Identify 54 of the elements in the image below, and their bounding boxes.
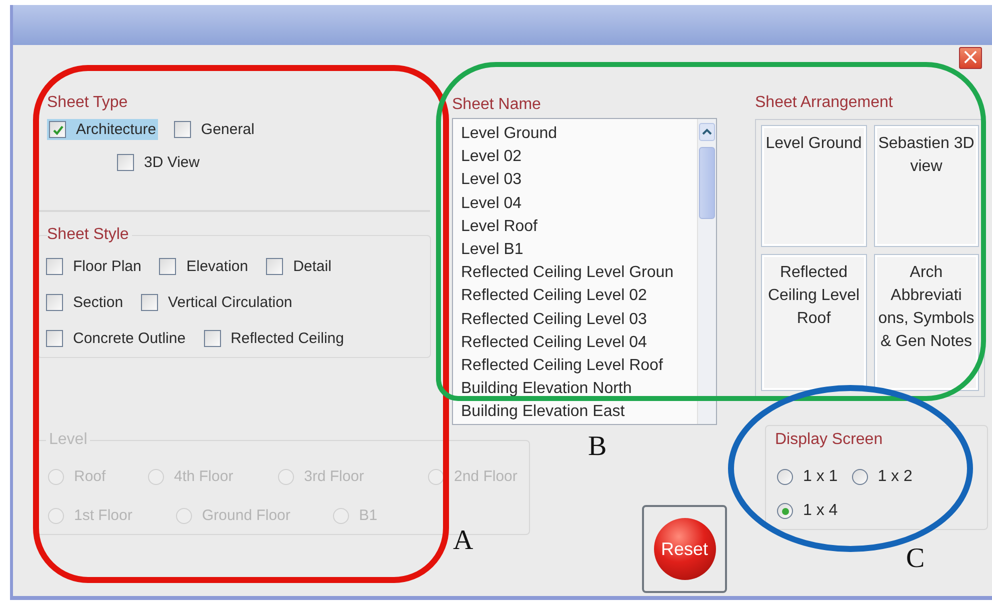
checkbox-label: Reflected Ceiling <box>230 330 344 347</box>
list-item[interactable]: Level 03 <box>461 168 697 192</box>
checkbox[interactable] <box>266 258 284 275</box>
checkbox[interactable] <box>117 154 134 171</box>
arrangement-cell[interactable]: Level Ground <box>761 125 866 247</box>
checkbox-label: Concrete Outline <box>73 330 186 347</box>
radio-button[interactable] <box>852 469 868 485</box>
checkbox[interactable] <box>46 294 63 311</box>
checkbox[interactable] <box>159 258 176 275</box>
radio-label: 1 x 4 <box>803 502 838 520</box>
annotation-label: C <box>906 545 925 573</box>
list-item[interactable]: Level Ground <box>461 122 697 146</box>
scrollbar[interactable] <box>697 119 716 424</box>
arrangement-cell[interactable]: Sebastien 3D view <box>874 125 979 247</box>
list-item[interactable]: Level B1 <box>461 238 697 262</box>
list-item[interactable]: Building Elevation North <box>461 377 697 400</box>
annotation-label: A <box>453 527 474 555</box>
group-title: Sheet Name <box>452 95 542 115</box>
list-item[interactable]: Reflected Ceiling Level Groun <box>461 261 697 284</box>
arrangement-cell[interactable]: Reflected Ceiling Level Roof <box>761 254 866 391</box>
checkbox[interactable] <box>204 330 221 347</box>
checkbox[interactable] <box>174 121 192 138</box>
checkbox[interactable] <box>141 294 158 311</box>
arrangement-cell[interactable]: Arch Abbreviati ons, Symbols & Gen Notes <box>874 254 979 391</box>
list-item[interactable]: Reflected Ceiling Level Roof <box>461 354 697 378</box>
annotation-label: B <box>588 433 607 461</box>
list-item[interactable]: Level 04 <box>461 192 697 215</box>
group-title: Sheet Style <box>47 226 132 243</box>
list-item[interactable]: Reflected Ceiling Level 02 <box>461 284 697 308</box>
checkbox[interactable] <box>49 121 66 138</box>
list-item[interactable]: Reflected Ceiling Level 03 <box>461 308 697 331</box>
checkbox-label: Section <box>73 294 124 311</box>
radio-label: 1 x 1 <box>803 468 838 486</box>
radio-button[interactable] <box>777 469 793 485</box>
group-title: Display Screen <box>775 430 884 450</box>
checkbox-label: Elevation <box>186 258 248 275</box>
checkbox-label: Floor Plan <box>73 258 142 275</box>
checkbox[interactable] <box>46 330 63 347</box>
list-item[interactable]: Level 02 <box>461 145 697 168</box>
checkbox-label: 3D View <box>144 154 200 171</box>
group-title: Sheet Type <box>47 93 129 113</box>
checkbox-label: Architecture <box>76 121 156 138</box>
radio-button[interactable] <box>777 503 793 519</box>
list-item[interactable]: Reflected Ceiling Level 04 <box>461 330 697 354</box>
radio-label: 1 x 2 <box>878 468 912 486</box>
list-item[interactable]: Level Roof <box>461 214 697 238</box>
checkbox-label: General <box>201 121 254 138</box>
list-item[interactable]: Building Elevation East <box>461 400 697 424</box>
checkbox[interactable] <box>46 258 63 275</box>
group-title: Sheet Arrangement <box>755 93 894 113</box>
reset-button[interactable]: Reset <box>642 505 727 593</box>
checkbox-label: Vertical Circulation <box>168 294 292 311</box>
checkbox-label: Detail <box>293 258 332 275</box>
scroll-thumb[interactable] <box>699 147 715 219</box>
